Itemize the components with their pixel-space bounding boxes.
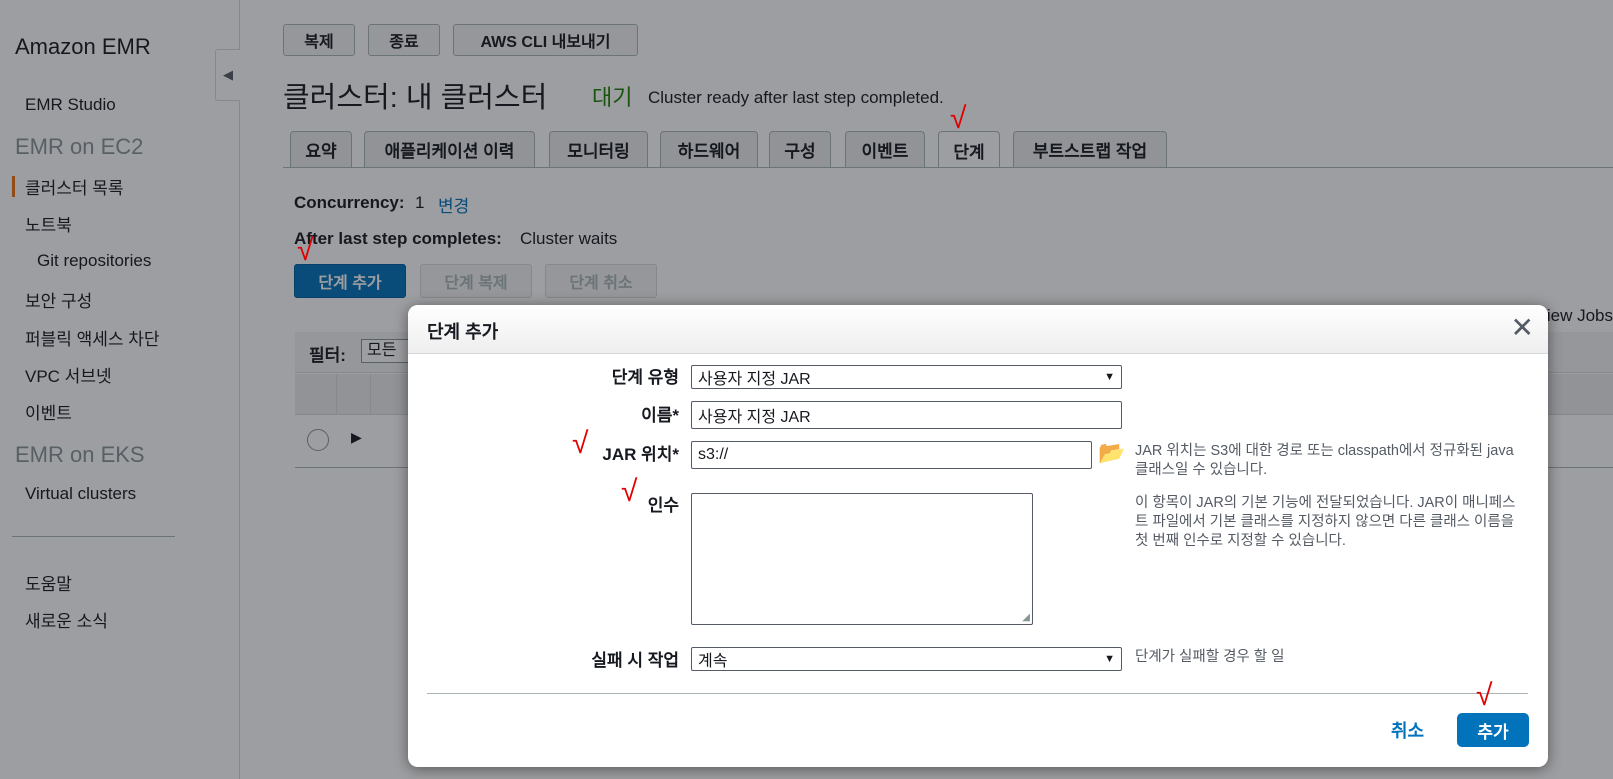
chevron-down-icon: ▼ <box>1104 371 1115 383</box>
arguments-label: 인수 <box>647 496 679 515</box>
dialog-footer-divider <box>427 693 1528 694</box>
jar-location-input[interactable]: s3:// <box>691 441 1092 469</box>
name-label: 이름* <box>641 406 679 425</box>
action-on-failure-value: 계속 <box>698 653 728 670</box>
add-button[interactable]: 추가 <box>1457 713 1529 747</box>
chevron-down-icon: ▼ <box>1104 653 1115 665</box>
dialog-title: 단계 추가 <box>427 322 499 342</box>
annotation-check-mark: √ <box>621 475 638 508</box>
cancel-button[interactable]: 취소 <box>1391 717 1424 743</box>
annotation-check-mark: √ <box>572 427 589 460</box>
step-type-selected-value: 사용자 지정 JAR <box>698 371 811 388</box>
step-name-value: 사용자 지정 JAR <box>698 409 811 426</box>
folder-open-icon[interactable]: 📂 <box>1098 440 1125 466</box>
step-name-input[interactable]: 사용자 지정 JAR <box>691 401 1122 429</box>
add-step-dialog: 단계 추가 ✕ 단계 유형 사용자 지정 JAR ▼ 이름* 사용자 지정 JA… <box>408 305 1548 767</box>
annotation-check-mark: √ <box>297 234 314 267</box>
step-type-label: 단계 유형 <box>611 368 679 387</box>
action-on-failure-label: 실패 시 작업 <box>591 651 679 670</box>
arguments-help: 이 항목이 JAR의 기본 기능에 전달되었습니다. JAR이 매니페스트 파일… <box>1135 495 1516 549</box>
dialog-header: 단계 추가 ✕ <box>408 305 1548 354</box>
annotation-check-mark: √ <box>1476 679 1493 712</box>
step-type-select[interactable]: 사용자 지정 JAR ▼ <box>691 365 1122 389</box>
jar-location-help: JAR 위치는 S3에 대한 경로 또는 classpath에서 정규화된 ja… <box>1135 443 1514 478</box>
action-on-failure-help: 단계가 실패할 경우 할 일 <box>1135 649 1285 665</box>
annotation-check-mark: √ <box>950 102 967 135</box>
action-on-failure-select[interactable]: 계속 ▼ <box>691 647 1122 671</box>
arguments-textarea[interactable]: ◢ <box>691 493 1033 625</box>
jar-location-label: JAR 위치* <box>602 445 679 464</box>
close-icon[interactable]: ✕ <box>1511 313 1534 343</box>
resize-handle-icon[interactable]: ◢ <box>1022 612 1030 623</box>
jar-location-value: s3:// <box>698 446 729 463</box>
